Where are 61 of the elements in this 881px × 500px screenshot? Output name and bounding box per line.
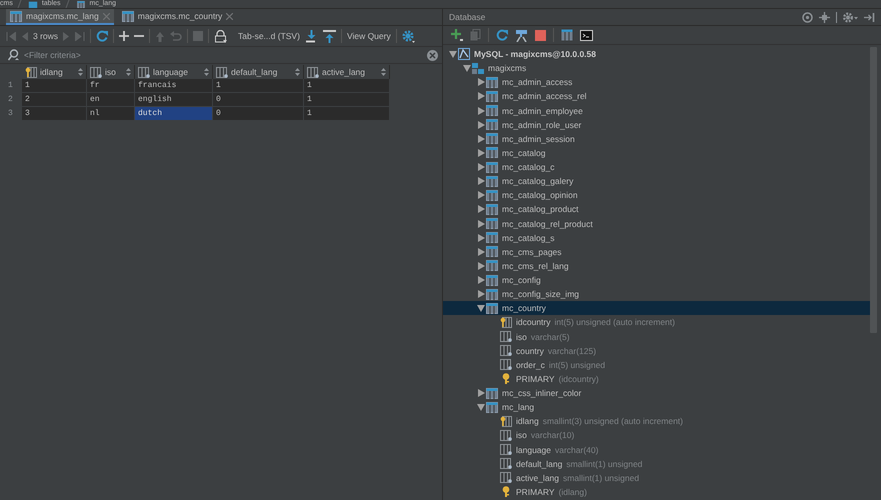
tree-item[interactable]: mc_css_inliner_color: [443, 386, 870, 400]
table-cell[interactable]: 1: [304, 107, 390, 121]
format-selector[interactable]: Tab-se...d (TSV): [238, 31, 300, 41]
tree-item[interactable]: mc_country: [443, 301, 870, 316]
tree-item[interactable]: mc_admin_access_rel: [443, 89, 870, 104]
tree-item[interactable]: order_c int(5) unsigned: [443, 358, 870, 372]
column-header[interactable]: active_lang: [304, 65, 390, 79]
table-cell[interactable]: nl: [87, 107, 135, 121]
tree-item[interactable]: language varchar(40): [443, 442, 870, 457]
tree-item[interactable]: PRIMARY (idlang): [443, 484, 870, 499]
table-cell[interactable]: 1: [213, 79, 304, 93]
table-cell[interactable]: english: [135, 93, 213, 107]
tree-item[interactable]: iso varchar(5): [443, 330, 870, 344]
tree-item[interactable]: mc_catalog_s: [443, 230, 870, 245]
row-number: 1: [7, 80, 14, 92]
table-cell[interactable]: 2: [22, 93, 87, 107]
tree-item[interactable]: idlang smallint(3) unsigned (auto increment): [443, 414, 870, 428]
tree-item[interactable]: mc_catalog_galery: [443, 174, 870, 188]
tree-item[interactable]: mc_catalog_product: [443, 202, 870, 216]
column-header[interactable]: default_lang: [213, 65, 304, 79]
table-cell[interactable]: 0: [213, 93, 304, 107]
table-cell[interactable]: en: [87, 93, 135, 107]
table-cell[interactable]: 0: [213, 107, 304, 121]
tree-item[interactable]: mc_catalog_opinion: [443, 188, 870, 202]
panel-title: Database: [449, 12, 486, 22]
tree-item[interactable]: mc_cms_rel_lang: [443, 258, 870, 273]
table-cell[interactable]: 1: [304, 79, 390, 93]
tree-item[interactable]: mc_admin_employee: [443, 104, 870, 118]
tree-item[interactable]: PRIMARY (idcountry): [443, 372, 870, 386]
row-count: 3 rows: [33, 31, 58, 41]
tree-item[interactable]: MySQL - magixcms@10.0.0.58: [443, 47, 870, 62]
table-cell[interactable]: francais: [135, 79, 213, 93]
table-cell[interactable]: dutch: [135, 107, 213, 121]
filter-field[interactable]: <Filter criteria>: [24, 50, 423, 60]
tree-item[interactable]: mc_admin_role_user: [443, 118, 870, 132]
tree-item[interactable]: mc_config_size_img: [443, 287, 870, 302]
tree-item[interactable]: active_lang smallint(1) unsigned: [443, 470, 870, 485]
tree-item[interactable]: mc_catalog_rel_product: [443, 216, 870, 231]
view-query-button[interactable]: View Query: [346, 31, 391, 41]
tree-item[interactable]: mc_catalog_c: [443, 160, 870, 174]
column-header[interactable]: iso: [87, 65, 135, 79]
row-number: 2: [7, 94, 14, 106]
tree-item[interactable]: default_lang smallint(1) unsigned: [443, 456, 870, 471]
tree-item[interactable]: mc_admin_session: [443, 132, 870, 146]
table-cell[interactable]: fr: [87, 79, 135, 93]
tree-item[interactable]: mc_config: [443, 273, 870, 288]
table-cell[interactable]: 1: [304, 93, 390, 107]
tree-item[interactable]: magixcms: [443, 61, 870, 76]
row-number: 3: [7, 108, 14, 120]
tree-item[interactable]: mc_admin_access: [443, 75, 870, 90]
editor-tab[interactable]: magixcms.mc_lang: [6, 9, 114, 25]
tree-item[interactable]: country varchar(125): [443, 344, 870, 358]
table-cell[interactable]: 3: [22, 107, 87, 121]
tree-item[interactable]: mc_lang: [443, 400, 870, 414]
column-header[interactable]: language: [135, 65, 213, 79]
table-cell[interactable]: 1: [22, 79, 87, 93]
tree-item[interactable]: mc_catalog: [443, 146, 870, 160]
editor-tab[interactable]: magixcms.mc_country: [118, 9, 238, 25]
tree-item[interactable]: mc_cms_pages: [443, 244, 870, 259]
tree-item[interactable]: iso varchar(10): [443, 428, 870, 442]
tree-item[interactable]: idcountry int(5) unsigned (auto increment): [443, 315, 870, 330]
